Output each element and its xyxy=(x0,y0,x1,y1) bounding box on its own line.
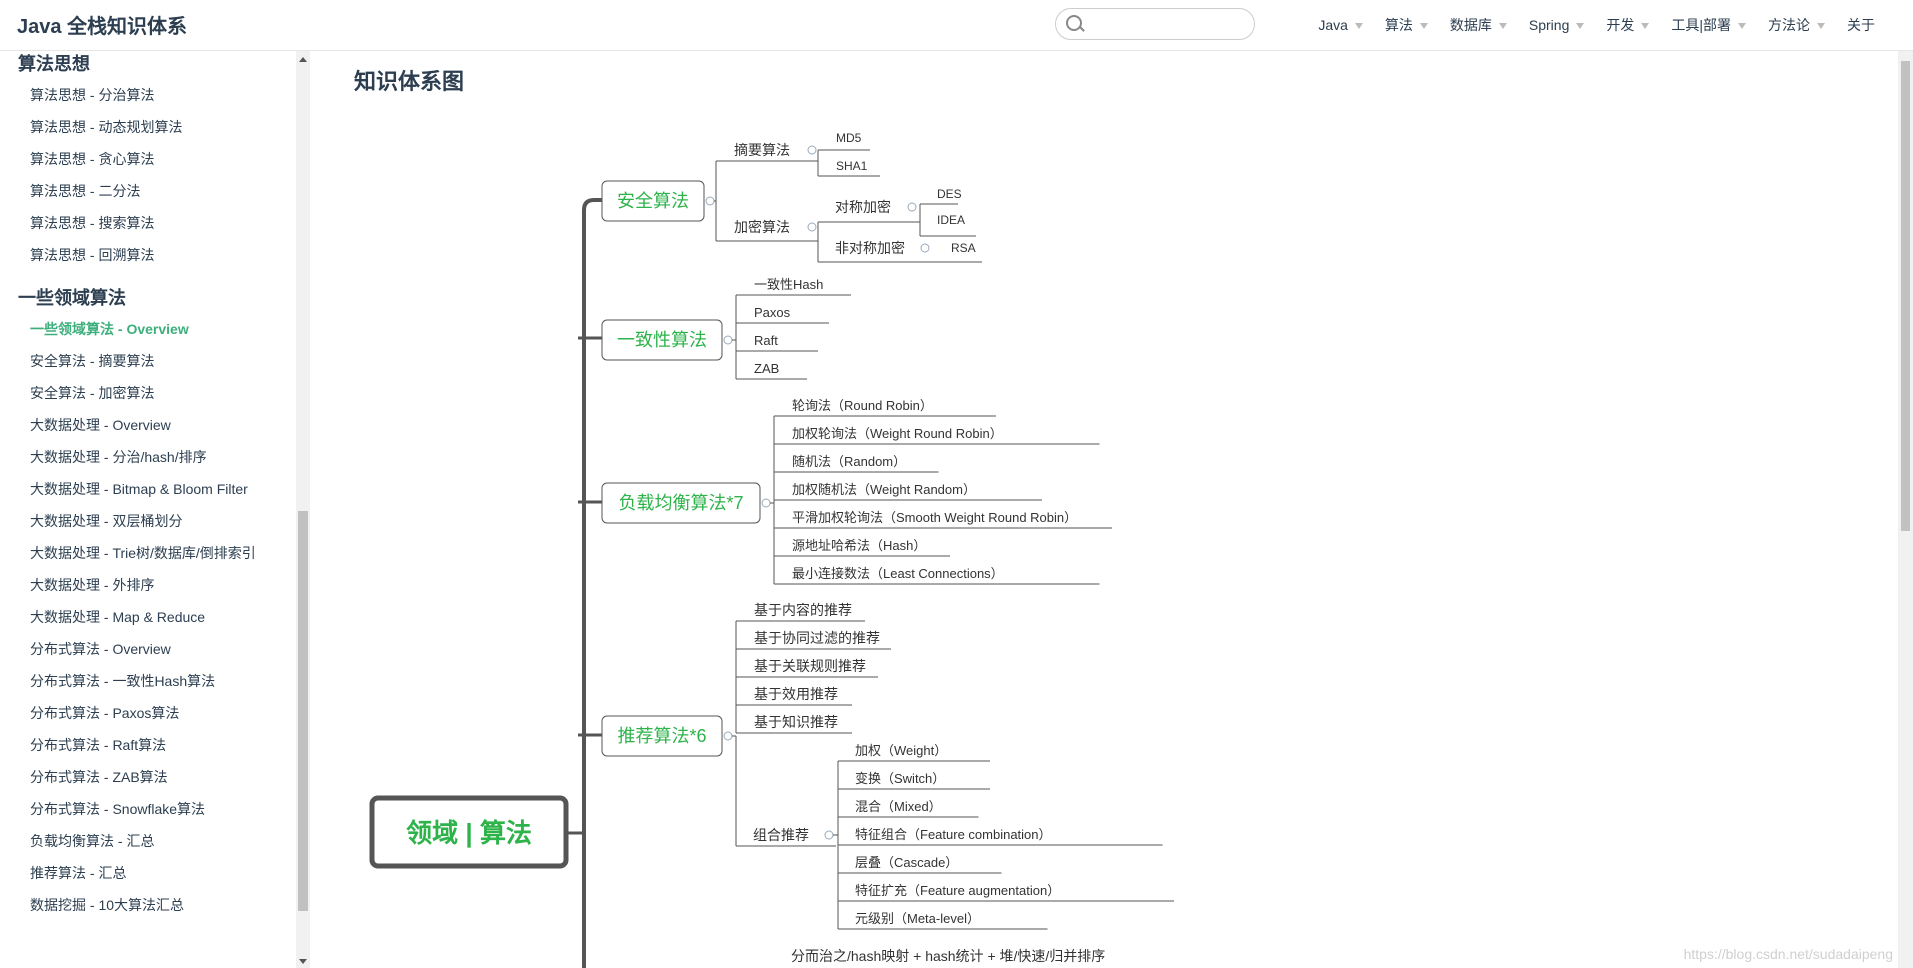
node-digest[interactable]: 摘要算法 xyxy=(734,142,790,158)
main-scroll-thumb[interactable] xyxy=(1901,61,1910,531)
node-load-balance-label: 负载均衡算法*7 xyxy=(618,493,743,513)
mindmap-leaf[interactable]: 基于协同过滤的推荐 xyxy=(754,630,880,646)
node-recommend-label: 推荐算法*6 xyxy=(617,726,706,746)
collapse-toggle-icon[interactable] xyxy=(723,335,733,345)
mindmap-leaf[interactable]: 层叠（Cascade） xyxy=(855,855,958,870)
mindmap-leaf[interactable]: 混合（Mixed） xyxy=(855,799,942,814)
knowledge-mindmap: 领域 | 算法 安全算法 摘要算法 MD5 SHA1 加密算法 对称加密 DES… xyxy=(369,131,1174,968)
load-balance-lines xyxy=(770,415,1112,585)
mindmap-leaf[interactable]: 特征扩充（Feature augmentation） xyxy=(855,883,1060,898)
node-consistency-label: 一致性算法 xyxy=(617,330,707,350)
node-hybrid[interactable]: 组合推荐 xyxy=(753,827,809,843)
mindmap-leaf[interactable]: Raft xyxy=(754,333,778,348)
mindmap-leaf[interactable]: Paxos xyxy=(754,305,791,320)
collapse-toggle-icon[interactable] xyxy=(920,243,930,253)
node-encrypt[interactable]: 加密算法 xyxy=(734,219,790,235)
mindmap-leaf[interactable]: 加权轮询法（Weight Round Robin） xyxy=(792,426,1003,441)
collapse-toggle-icon[interactable] xyxy=(705,196,715,206)
collapse-toggle-icon[interactable] xyxy=(907,202,917,212)
mindmap-leaf[interactable]: 特征组合（Feature combination） xyxy=(855,827,1052,842)
consistency-lines xyxy=(732,294,851,380)
mindmap-leaf[interactable]: 最小连接数法（Least Connections） xyxy=(792,566,1004,581)
leaf-des[interactable]: DES xyxy=(937,187,962,201)
load-balance-leaves: 轮询法（Round Robin） 加权轮询法（Weight Round Robin… xyxy=(792,398,1077,581)
mindmap-leaf[interactable]: 基于关联规则推荐 xyxy=(754,658,866,674)
node-security-label: 安全算法 xyxy=(617,191,689,211)
mindmap-leaf[interactable]: 随机法（Random） xyxy=(792,454,906,469)
mindmap-leaf[interactable]: 变换（Switch） xyxy=(855,771,945,786)
node-asymmetric[interactable]: 非对称加密 xyxy=(835,240,905,256)
collapse-toggle-icon[interactable] xyxy=(761,498,771,508)
mindmap-leaf[interactable]: 平滑加权轮询法（Smooth Weight Round Robin） xyxy=(792,510,1077,525)
root-node-label: 领域 | 算法 xyxy=(406,818,532,848)
collapse-toggle-icon[interactable] xyxy=(807,222,817,232)
mindmap-leaf[interactable]: 源地址哈希法（Hash） xyxy=(792,538,926,553)
mindmap-leaf[interactable]: 基于效用推荐 xyxy=(754,686,838,702)
mindmap-spine xyxy=(582,198,602,968)
watermark: https://blog.csdn.net/sudadaipeng xyxy=(1683,946,1893,962)
main-scrollbar[interactable] xyxy=(1898,51,1913,968)
collapse-toggle-icon[interactable] xyxy=(807,145,817,155)
collapse-toggle-icon[interactable] xyxy=(824,830,834,840)
collapse-toggle-icon[interactable] xyxy=(723,731,733,741)
leaf-sha1[interactable]: SHA1 xyxy=(836,159,868,173)
leaf-idea[interactable]: IDEA xyxy=(937,213,965,227)
mindmap-leaf[interactable]: 加权随机法（Weight Random） xyxy=(792,482,976,497)
mindmap-leaf[interactable]: 基于内容的推荐 xyxy=(754,602,852,618)
mindmap-leaf[interactable]: 基于知识推荐 xyxy=(754,714,838,730)
mindmap-leaf[interactable]: 加权（Weight） xyxy=(855,743,947,758)
leaf-rsa[interactable]: RSA xyxy=(951,241,976,255)
node-bigdata-first[interactable]: 分而治之/hash映射 + hash统计 + 堆/快速/归并排序 xyxy=(791,948,1105,964)
mindmap-leaf[interactable]: ZAB xyxy=(754,361,779,376)
leaf-md5[interactable]: MD5 xyxy=(836,131,862,145)
mindmap-leaf[interactable]: 轮询法（Round Robin） xyxy=(792,398,933,413)
mindmap-leaf[interactable]: 一致性Hash xyxy=(754,277,823,292)
consistency-leaves: 一致性Hash Paxos Raft ZAB xyxy=(754,277,823,376)
hybrid-leaves: 加权（Weight） 变换（Switch） 混合（Mixed） 特征组合（Featur… xyxy=(855,743,1060,926)
mindmap-leaf[interactable]: 元级别（Meta-level） xyxy=(855,911,980,926)
hybrid-lines xyxy=(833,760,1174,930)
node-symmetric[interactable]: 对称加密 xyxy=(835,199,891,215)
